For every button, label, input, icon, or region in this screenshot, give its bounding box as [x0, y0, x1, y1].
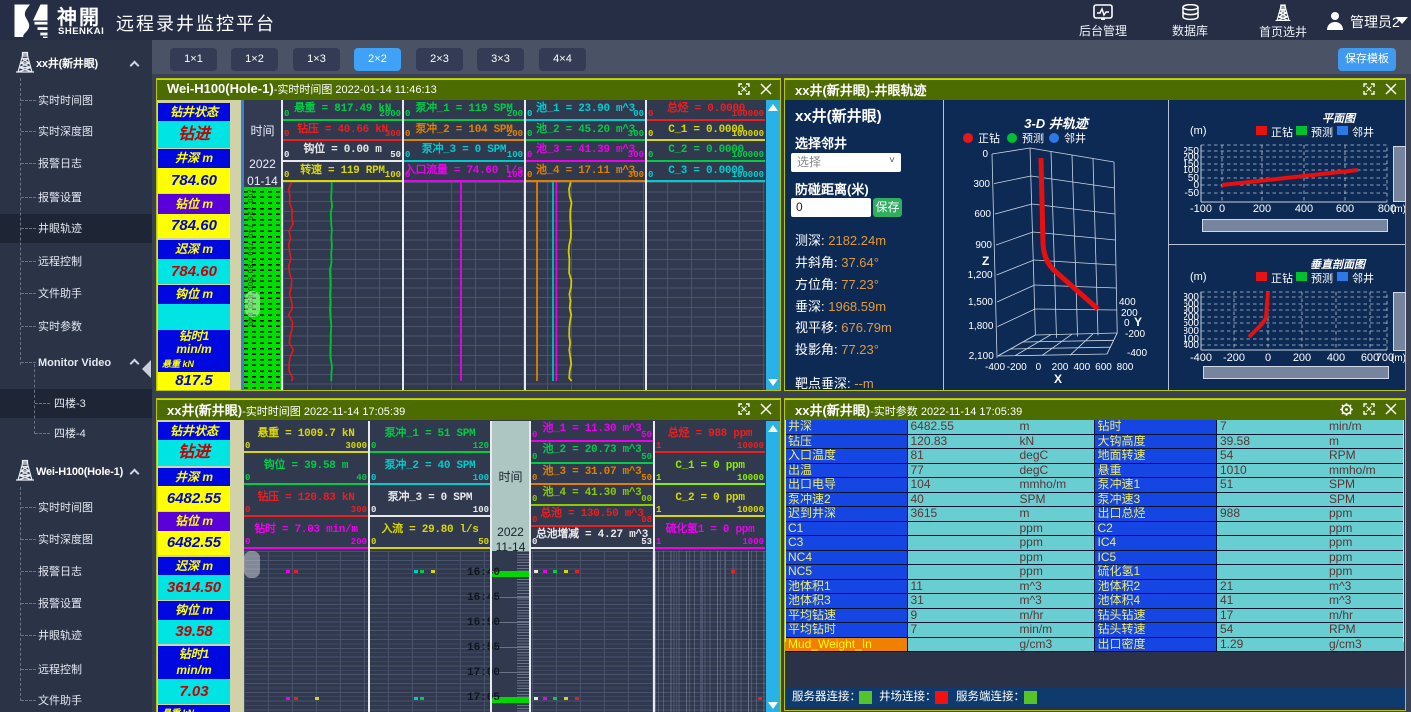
- svg-text:0: 0: [1265, 352, 1271, 364]
- svg-text:0: 0: [1036, 362, 1042, 373]
- svg-text:400: 400: [1327, 352, 1345, 364]
- svg-text:1,200: 1,200: [968, 270, 993, 281]
- svg-text:3-D 井轨迹: 3-D 井轨迹: [1024, 116, 1090, 131]
- svg-text:200: 200: [1293, 352, 1311, 364]
- svg-text:正钻: 正钻: [978, 131, 1000, 145]
- svg-text:600: 600: [974, 209, 991, 220]
- svg-text:Y: Y: [1134, 315, 1142, 329]
- svg-text:0: 0: [1124, 318, 1130, 329]
- svg-text:Z: Z: [982, 254, 989, 268]
- svg-text:邻井: 邻井: [1064, 131, 1086, 145]
- svg-text:2,100: 2,100: [969, 351, 994, 362]
- svg-text:-50: -50: [1185, 188, 1200, 199]
- svg-text:预测: 预测: [1022, 132, 1044, 145]
- svg-text:1,800: 1,800: [968, 321, 993, 332]
- svg-text:0: 0: [1219, 203, 1225, 214]
- svg-text:-200: -200: [1223, 352, 1245, 364]
- svg-text:-200: -200: [1007, 362, 1027, 373]
- svg-text:0: 0: [982, 149, 988, 160]
- svg-text:-100: -100: [1190, 203, 1212, 214]
- svg-text:400: 400: [1073, 362, 1090, 373]
- svg-text:-400: -400: [1127, 348, 1147, 359]
- svg-text:1,500: 1,500: [968, 297, 993, 308]
- svg-text:200: 200: [1253, 203, 1271, 214]
- svg-text:900: 900: [975, 240, 992, 251]
- svg-text:-200: -200: [1125, 329, 1145, 340]
- svg-text:300: 300: [973, 179, 990, 190]
- svg-text:600: 600: [1336, 203, 1354, 214]
- svg-text:(m): (m): [1391, 204, 1405, 214]
- svg-text:-400: -400: [1190, 352, 1212, 364]
- svg-text:(m): (m): [1391, 353, 1405, 364]
- svg-text:-400: -400: [985, 362, 1005, 373]
- svg-text:400: 400: [1184, 340, 1199, 351]
- svg-text:400: 400: [1119, 297, 1136, 308]
- svg-text:800: 800: [1117, 362, 1134, 373]
- svg-text:600: 600: [1095, 362, 1112, 373]
- svg-text:400: 400: [1295, 203, 1313, 214]
- svg-text:X: X: [1054, 372, 1062, 386]
